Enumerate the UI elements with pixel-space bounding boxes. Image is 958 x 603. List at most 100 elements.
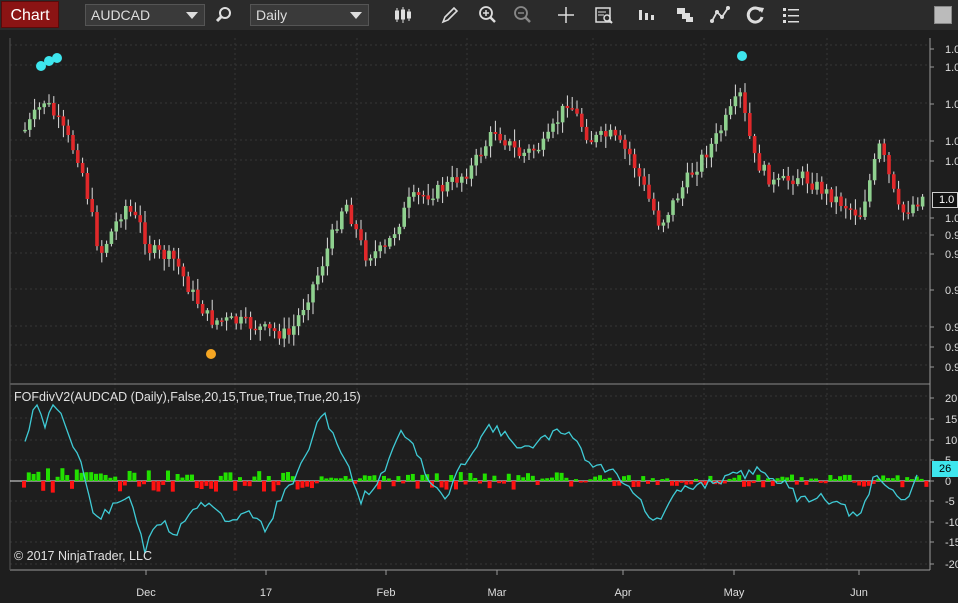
histogram-bar xyxy=(305,481,310,487)
histogram-bar xyxy=(118,481,122,492)
stack-icon[interactable] xyxy=(675,5,695,25)
histogram-bar xyxy=(497,481,502,484)
histogram-bar xyxy=(74,469,79,481)
histogram-bar xyxy=(343,476,348,481)
interval-selector[interactable]: Daily xyxy=(250,4,369,26)
indicator-label: FOFdivV2(AUDCAD (Daily),False,20,15,True… xyxy=(14,390,361,404)
histogram-bar xyxy=(809,478,814,481)
zoom-in-icon[interactable] xyxy=(477,5,497,25)
histogram-bar xyxy=(511,481,516,490)
histogram-bar xyxy=(79,472,84,481)
histogram-bar xyxy=(247,481,252,487)
histogram-bar xyxy=(396,476,401,481)
histogram-bar xyxy=(694,478,698,481)
histogram-bar xyxy=(444,481,449,490)
chart-area[interactable]: 1.0 1.0 1.0 1.0 1.0 1.0 0.9 0.9 0.9 0.9 0.9 0.9 20 1… xyxy=(0,30,958,603)
histogram-bar xyxy=(127,470,132,481)
histogram-bar xyxy=(833,478,838,481)
histogram-bar xyxy=(386,478,391,481)
histogram-bar xyxy=(329,477,334,481)
pencil-icon[interactable] xyxy=(440,5,460,25)
histogram-bar xyxy=(857,481,862,486)
current-price-tag: 1.0 xyxy=(932,192,958,208)
histogram-bar xyxy=(434,473,439,481)
histogram-bar xyxy=(679,481,684,483)
histogram-bar xyxy=(746,481,751,487)
instrument-value: AUDCAD xyxy=(91,7,151,23)
strategy-icon[interactable] xyxy=(710,5,730,25)
histogram-bar xyxy=(655,481,660,486)
histogram-bar xyxy=(862,481,866,487)
histogram-bar xyxy=(367,475,372,481)
histogram-bar xyxy=(334,478,338,481)
histogram-bar xyxy=(166,470,170,481)
histogram-bar xyxy=(607,477,612,481)
histogram-bar xyxy=(468,473,473,481)
crosshair-icon[interactable] xyxy=(556,5,576,25)
histogram-bar xyxy=(521,477,526,481)
histogram-bar xyxy=(540,478,545,481)
zoom-out-icon[interactable] xyxy=(512,5,532,25)
histogram-bar xyxy=(842,474,847,481)
bar-style-icon[interactable] xyxy=(393,5,413,25)
histogram-bar xyxy=(362,475,367,481)
histogram-bar xyxy=(295,481,300,490)
histogram-bar xyxy=(626,475,631,481)
histogram-bar xyxy=(271,481,276,492)
histogram-bar xyxy=(89,472,94,481)
histogram-bar xyxy=(190,474,194,481)
reload-icon[interactable] xyxy=(746,5,766,25)
histogram-bar xyxy=(770,481,775,486)
histogram-bar xyxy=(684,481,689,485)
histogram-bar xyxy=(324,478,329,481)
histogram-bar xyxy=(142,481,146,485)
histogram-bar xyxy=(751,481,756,484)
signal-marker-orange xyxy=(206,349,216,359)
histogram-bar xyxy=(156,481,161,492)
histogram-bar xyxy=(550,477,554,481)
search-icon[interactable] xyxy=(214,5,234,25)
osc-tick-label: 15 xyxy=(945,414,957,426)
histogram-bar xyxy=(286,472,290,481)
price-tick-label: 1.0 xyxy=(945,44,958,56)
histogram-bar xyxy=(276,481,281,486)
chevron-down-icon xyxy=(350,12,362,19)
histogram-bar xyxy=(199,481,204,490)
histogram-bar xyxy=(924,481,929,487)
histogram-bar xyxy=(516,475,521,481)
histogram-bar xyxy=(554,472,559,481)
window-toggle-button[interactable] xyxy=(934,6,952,24)
histogram-bar xyxy=(242,481,247,486)
histogram-bar xyxy=(790,474,794,481)
histogram-bar xyxy=(574,479,578,481)
histogram-bar xyxy=(439,481,444,488)
histogram-bar xyxy=(775,478,780,481)
data-box-icon[interactable] xyxy=(594,5,614,25)
price-tick-label: 1.0 xyxy=(945,213,958,225)
histogram-bar xyxy=(665,478,670,481)
histogram-bar xyxy=(535,481,540,485)
copyright-text: © 2017 NinjaTrader, LLC xyxy=(14,549,152,563)
histogram-bar xyxy=(233,481,238,491)
histogram-bar xyxy=(636,481,641,487)
list-icon[interactable] xyxy=(781,5,801,25)
price-tick-label: 0.9 xyxy=(945,322,958,334)
histogram-bar xyxy=(545,478,550,481)
histogram-bar xyxy=(866,481,871,486)
time-tick-label: Feb xyxy=(377,587,396,599)
signal-marker-cyan xyxy=(52,53,62,63)
histogram-bar xyxy=(238,477,242,481)
bars-icon[interactable] xyxy=(637,5,657,25)
histogram-bar xyxy=(660,479,665,481)
time-tick-label: 17 xyxy=(260,587,272,599)
histogram-bar xyxy=(108,477,113,481)
price-tick-label: 0.9 xyxy=(945,230,958,242)
histogram-bar xyxy=(674,481,679,486)
histogram-bar xyxy=(487,481,492,489)
chart-tab[interactable]: Chart xyxy=(1,1,59,28)
histogram-bar xyxy=(55,476,60,481)
price-tick-label: 1.0 xyxy=(945,62,958,74)
histogram-bar xyxy=(449,475,454,481)
instrument-selector[interactable]: AUDCAD xyxy=(85,4,205,26)
time-tick-label: Dec xyxy=(136,587,156,599)
